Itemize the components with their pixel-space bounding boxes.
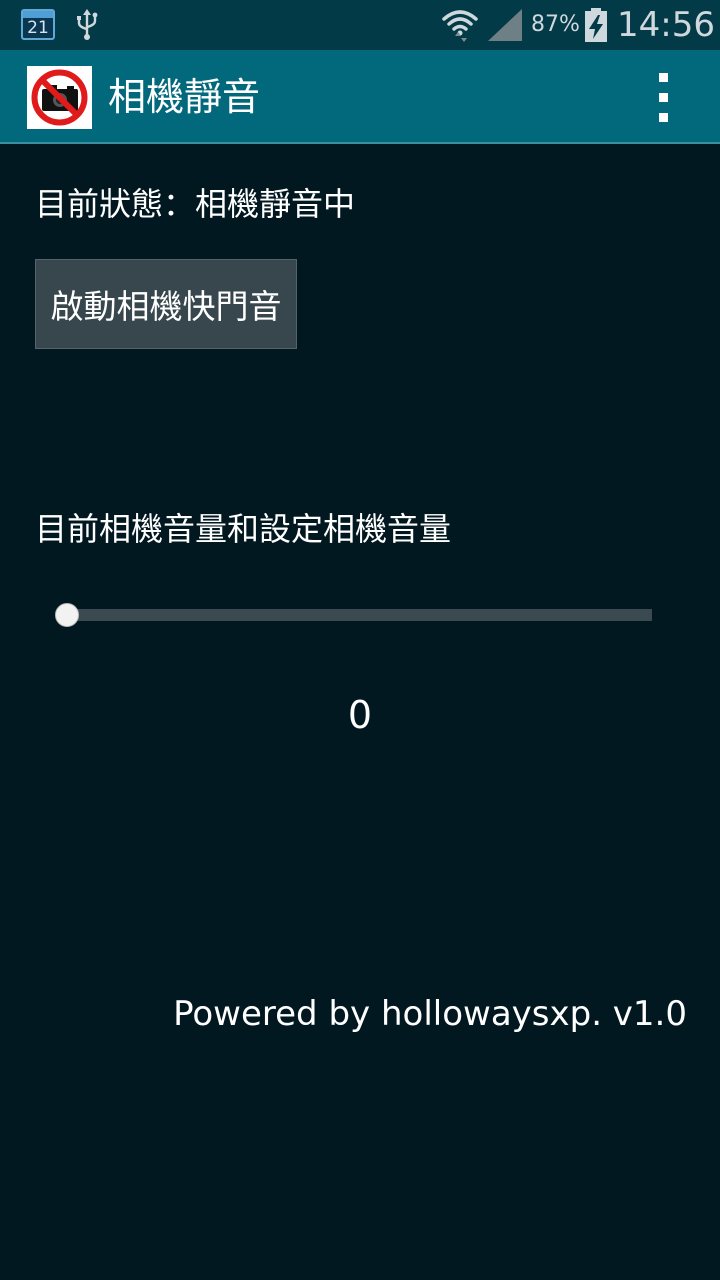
wifi-icon [442, 10, 478, 42]
signal-icon [488, 9, 522, 41]
overflow-menu-icon[interactable] [648, 70, 680, 126]
powered-by-text: Powered by hollowaysxp. v1.0 [173, 994, 687, 1034]
app-title: 相機靜音 [108, 75, 261, 119]
calendar-day: 21 [27, 18, 49, 38]
action-bar: 相機靜音 [0, 50, 720, 144]
usb-icon [77, 9, 98, 40]
camera-muted-icon [27, 66, 92, 129]
volume-value: 0 [347, 693, 373, 737]
volume-slider[interactable] [67, 609, 652, 621]
clock: 14:56 [617, 5, 715, 45]
status-bar: 21 87% 14:56 [0, 0, 720, 50]
battery-charging-icon [585, 8, 607, 42]
calendar-icon: 21 [21, 9, 55, 40]
enable-shutter-sound-button[interactable]: 啟動相機快門音 [35, 259, 297, 349]
current-status-text: 目前狀態：相機靜音中 [35, 185, 356, 223]
volume-label: 目前相機音量和設定相機音量 [35, 510, 452, 548]
battery-percent: 87% [531, 12, 580, 37]
volume-slider-thumb[interactable] [55, 603, 79, 627]
